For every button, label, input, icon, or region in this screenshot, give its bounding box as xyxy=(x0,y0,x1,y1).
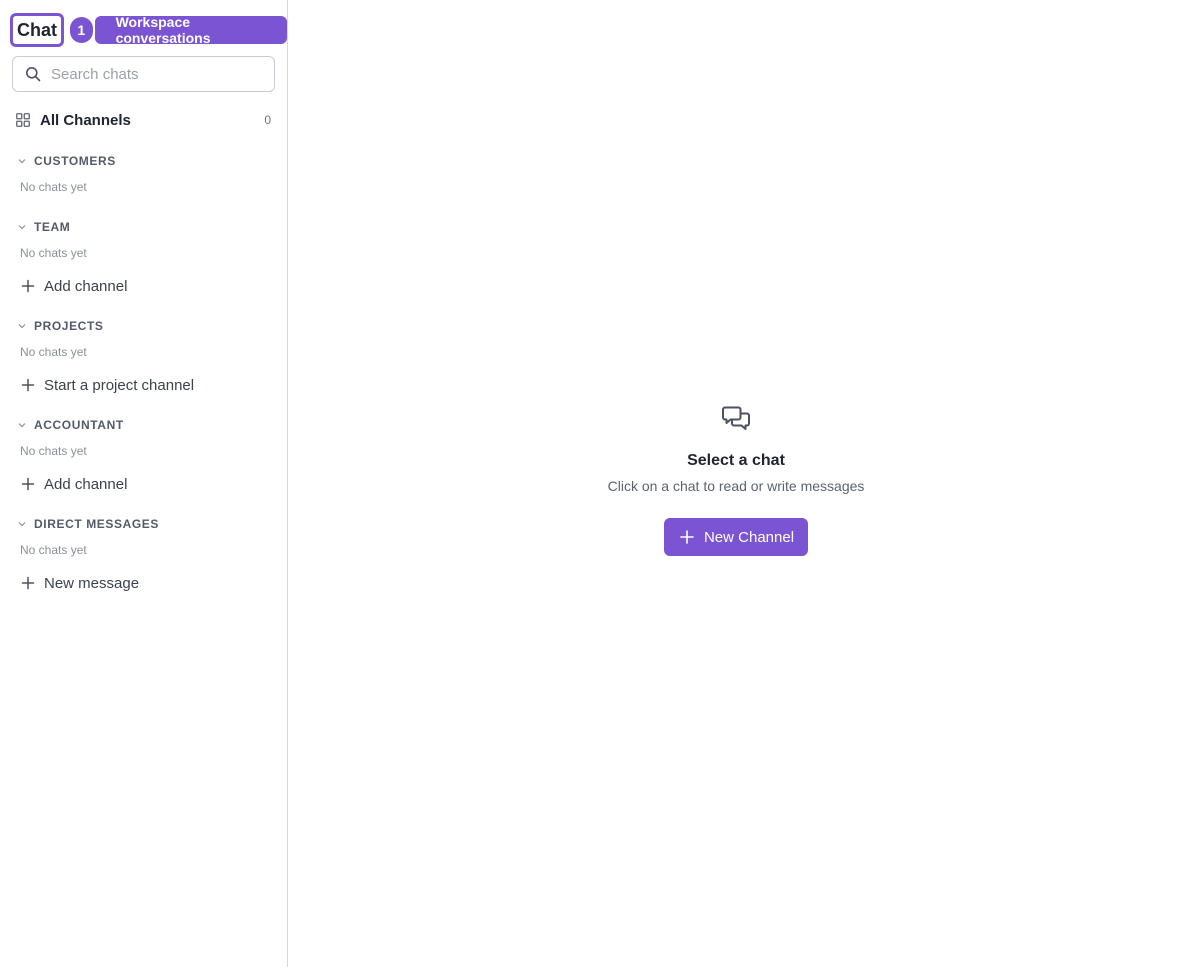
chat-sidebar: Chat 1 Workspace conversations All Chann… xyxy=(0,0,288,967)
app-title[interactable]: Chat xyxy=(10,13,64,47)
chevron-down-icon xyxy=(16,320,28,332)
section-customers: CUSTOMERS No chats yet xyxy=(16,152,272,196)
search-box[interactable] xyxy=(12,56,275,92)
chevron-down-icon xyxy=(16,221,28,233)
empty-state-title: Select a chat xyxy=(687,452,785,469)
chevron-down-icon xyxy=(16,419,28,431)
new-channel-label: New Channel xyxy=(703,528,795,546)
plus-icon xyxy=(20,476,36,492)
search-icon xyxy=(26,67,41,82)
empty-state-subtitle: Click on a chat to read or write message… xyxy=(607,478,865,494)
chevron-down-icon xyxy=(16,155,28,167)
section-projects: PROJECTS No chats yet Start a project ch… xyxy=(16,317,272,397)
section-header-direct-messages[interactable]: DIRECT MESSAGES xyxy=(16,515,272,533)
section-header-team[interactable]: TEAM xyxy=(16,218,272,236)
add-channel-label: Add channel xyxy=(44,277,128,295)
plus-icon xyxy=(20,278,36,294)
start-project-channel-button[interactable]: Start a project channel xyxy=(20,373,272,397)
workspace-label-pill: Workspace conversations xyxy=(94,14,287,46)
empty-state: Select a chat Click on a chat to read or… xyxy=(288,404,1184,556)
plus-icon xyxy=(680,530,694,544)
start-project-channel-label: Start a project channel xyxy=(44,376,195,394)
section-title: CUSTOMERS xyxy=(34,154,116,168)
all-channels-label: All Channels xyxy=(40,111,131,129)
all-channels-count: 0 xyxy=(264,113,271,127)
add-channel-label: Add channel xyxy=(44,475,128,493)
empty-note: No chats yet xyxy=(20,444,87,458)
count-badge: 1 xyxy=(70,17,93,43)
section-header-customers[interactable]: CUSTOMERS xyxy=(16,152,272,170)
plus-icon xyxy=(20,575,36,591)
empty-note: No chats yet xyxy=(20,543,87,557)
search-input[interactable] xyxy=(51,65,261,83)
chat-main-panel: Select a chat Click on a chat to read or… xyxy=(288,0,1184,967)
all-channels-item[interactable]: All Channels 0 xyxy=(16,108,272,132)
section-title: TEAM xyxy=(34,220,71,234)
section-direct-messages: DIRECT MESSAGES No chats yet New message xyxy=(16,515,272,595)
add-channel-button[interactable]: Add channel xyxy=(20,472,272,496)
section-header-accountant[interactable]: ACCOUNTANT xyxy=(16,416,272,434)
grid-icon xyxy=(16,113,30,127)
add-channel-button[interactable]: Add channel xyxy=(20,274,272,298)
chevron-down-icon xyxy=(16,518,28,530)
chat-bubbles-icon xyxy=(722,406,750,430)
section-title: DIRECT MESSAGES xyxy=(34,517,160,531)
section-title: ACCOUNTANT xyxy=(34,418,124,432)
new-message-button[interactable]: New message xyxy=(20,571,272,595)
plus-icon xyxy=(20,377,36,393)
new-channel-button[interactable]: New Channel xyxy=(663,518,809,556)
section-team: TEAM No chats yet Add channel xyxy=(16,218,272,298)
sidebar-header: Chat 1 Workspace conversations xyxy=(10,13,287,47)
section-accountant: ACCOUNTANT No chats yet Add channel xyxy=(16,416,272,496)
new-message-label: New message xyxy=(44,574,140,592)
empty-note: No chats yet xyxy=(20,180,87,194)
empty-note: No chats yet xyxy=(20,345,87,359)
section-header-projects[interactable]: PROJECTS xyxy=(16,317,272,335)
empty-note: No chats yet xyxy=(20,246,87,260)
section-title: PROJECTS xyxy=(34,319,104,333)
